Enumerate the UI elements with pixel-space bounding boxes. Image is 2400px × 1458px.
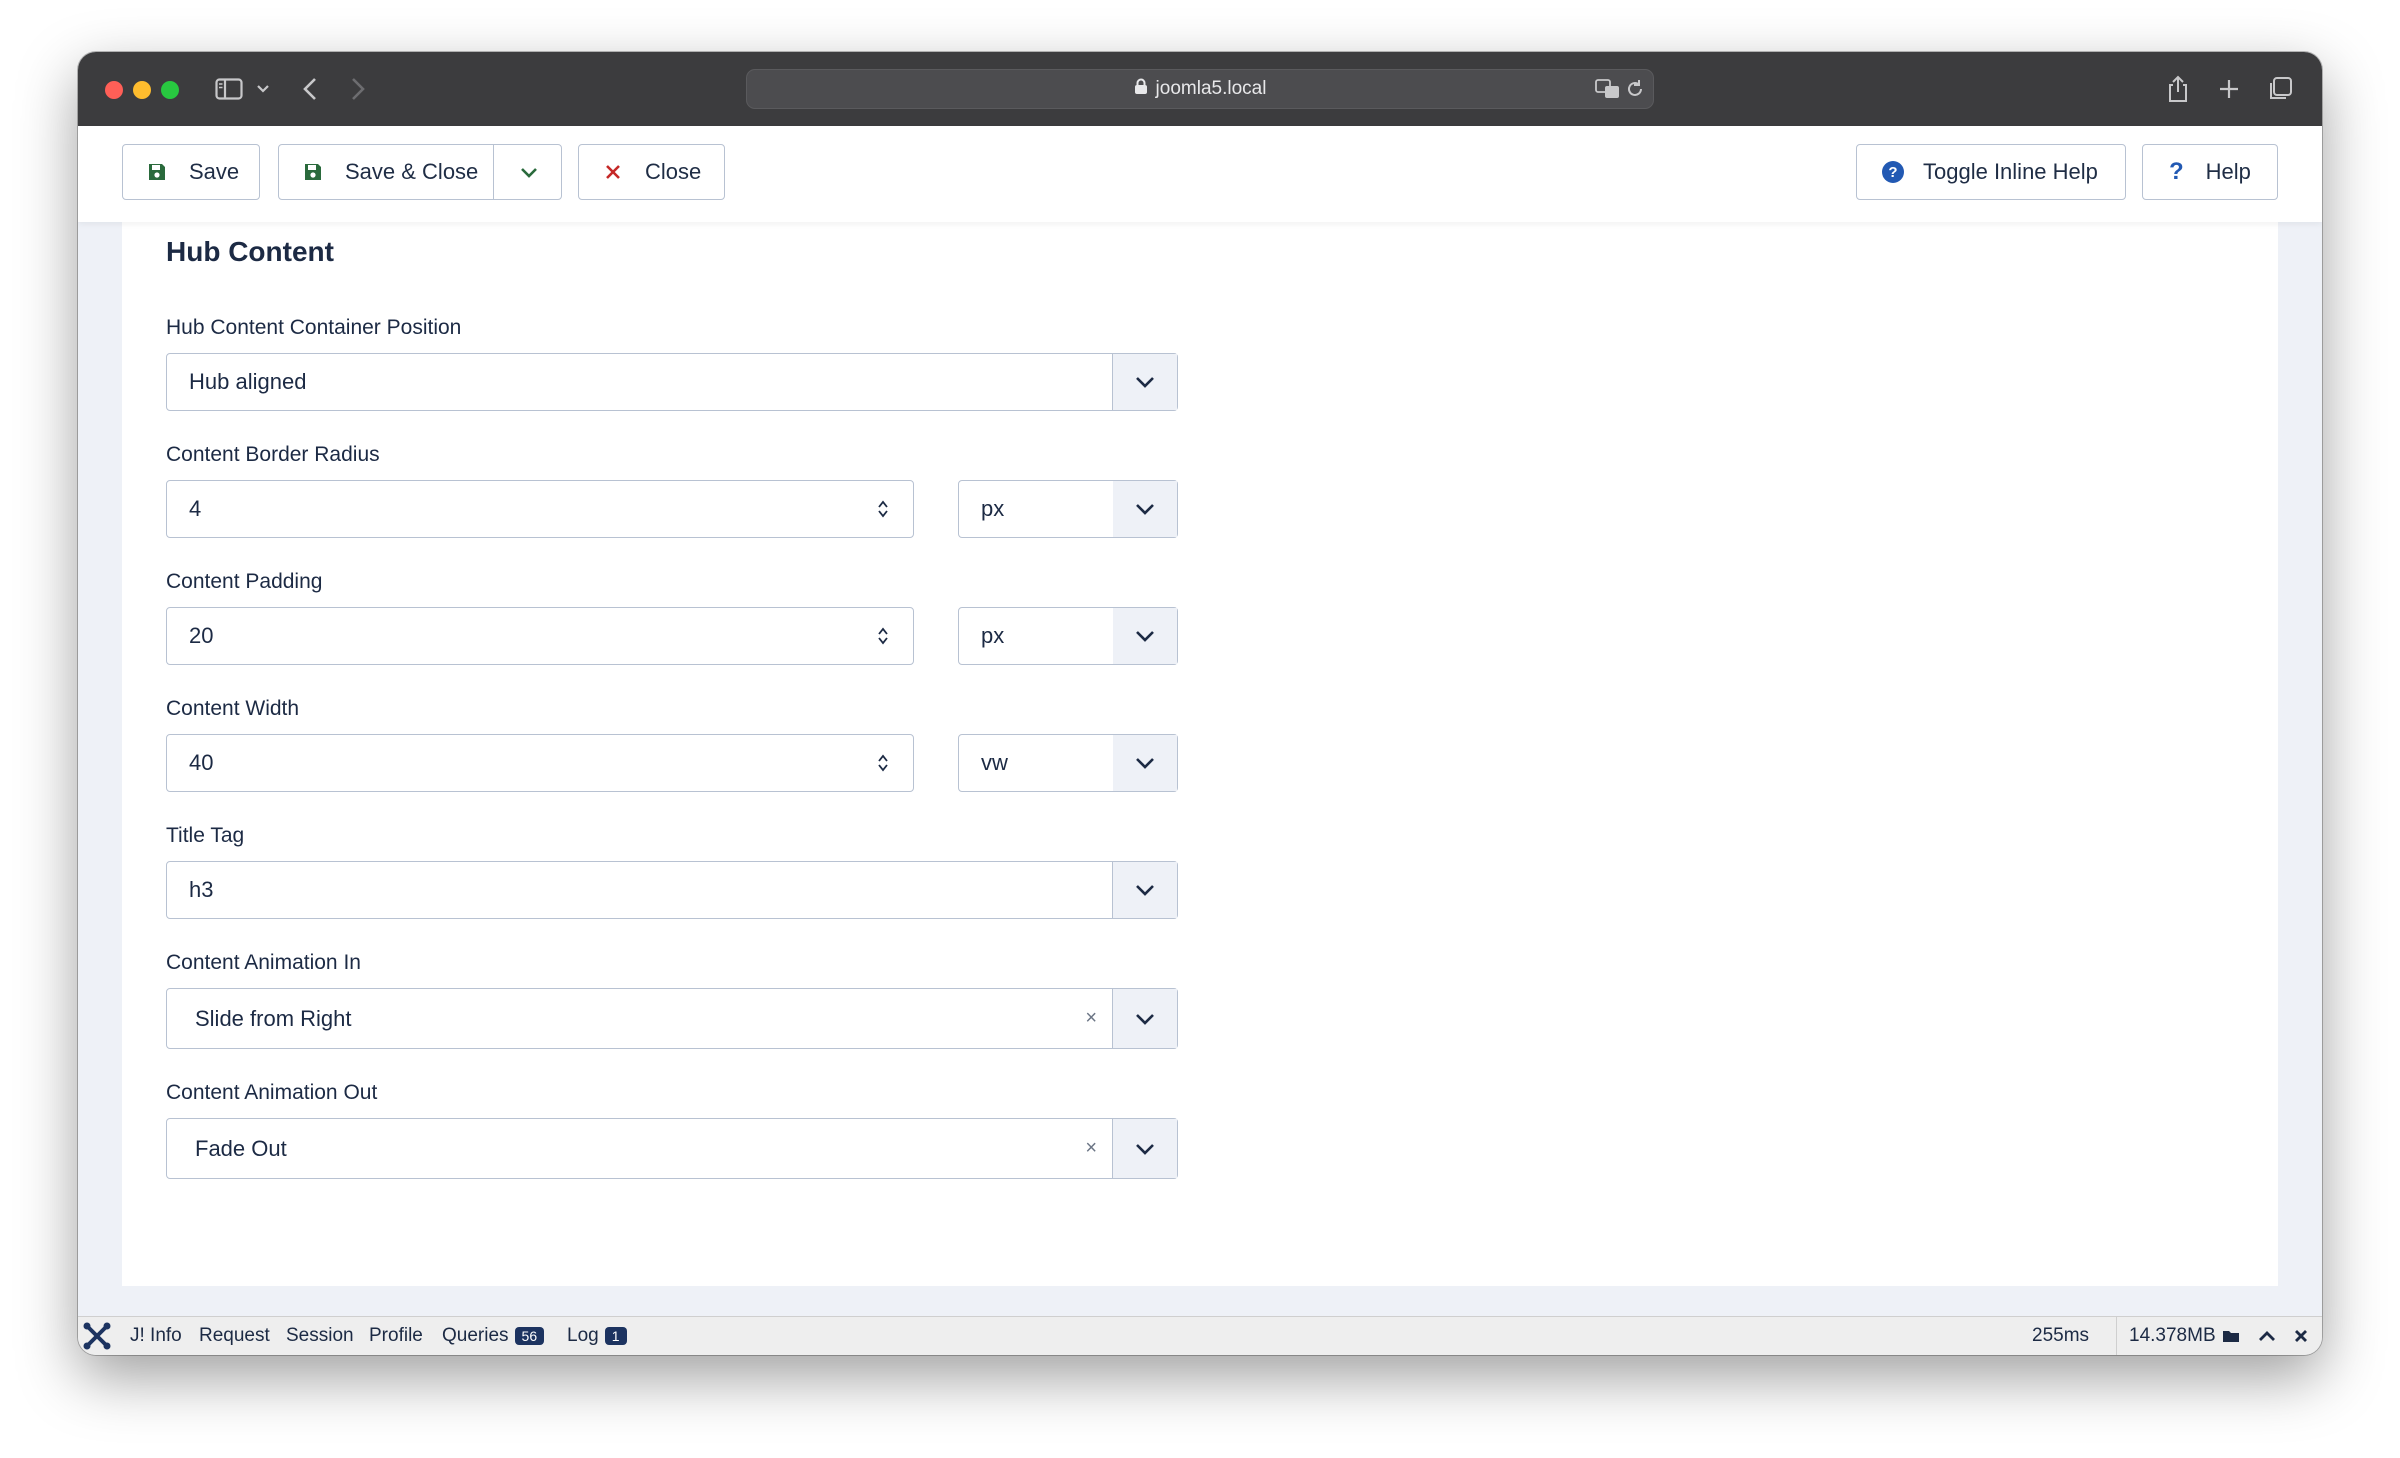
stepper-icon[interactable] — [877, 735, 889, 791]
debug-tab-session[interactable]: Session — [286, 1317, 354, 1355]
folder-icon[interactable] — [2222, 1317, 2240, 1355]
debug-tab-session-label: Session — [286, 1325, 354, 1346]
lock-icon — [1134, 78, 1148, 101]
reload-icon[interactable] — [1625, 79, 1645, 104]
debug-tab-info-label: J! Info — [130, 1325, 182, 1346]
save-button[interactable]: Save — [122, 144, 260, 200]
stepper-icon[interactable] — [877, 608, 889, 664]
chevron-down-icon — [1113, 481, 1177, 537]
translate-icon[interactable] — [1595, 79, 1621, 104]
width-input[interactable]: 40 — [166, 734, 914, 792]
chevron-down-icon — [1113, 608, 1177, 664]
chevron-down-icon — [1113, 735, 1177, 791]
close-window-button[interactable] — [105, 81, 123, 99]
memory-usage: 14.378MB — [2116, 1317, 2216, 1355]
back-icon[interactable] — [298, 72, 322, 106]
border-radius-unit-select[interactable]: px — [958, 480, 1178, 538]
chevron-down-icon — [520, 159, 538, 185]
debug-tab-request-label: Request — [199, 1325, 270, 1346]
chevron-up-icon[interactable] — [2258, 1317, 2276, 1355]
debug-tab-log[interactable]: Log 1 — [567, 1317, 627, 1355]
debug-tab-request[interactable]: Request — [199, 1317, 270, 1355]
tab-overview-icon[interactable] — [2266, 72, 2294, 106]
share-icon[interactable] — [2164, 72, 2192, 106]
chevron-down-icon — [1112, 354, 1177, 410]
animation-out-select[interactable]: Fade Out × — [166, 1118, 1178, 1179]
padding-unit-value: px — [981, 623, 1005, 648]
debug-tab-queries[interactable]: Queries 56 — [442, 1317, 545, 1355]
container-position-label: Hub Content Container Position — [166, 316, 462, 339]
save-close-button-label: Save & Close — [345, 159, 479, 184]
section-title: Hub Content — [166, 236, 334, 267]
queries-count-badge: 56 — [514, 1327, 545, 1345]
url-text: joomla5.local — [1155, 78, 1267, 99]
border-radius-label: Content Border Radius — [166, 443, 380, 466]
close-button-label: Close — [645, 159, 702, 184]
chevron-down-icon — [1112, 862, 1177, 918]
debug-tab-profile[interactable]: Profile — [369, 1317, 423, 1355]
save-options-dropdown[interactable] — [493, 145, 564, 199]
new-tab-icon[interactable] — [2215, 72, 2243, 106]
question-circle-icon: ? — [1881, 160, 1905, 184]
browser-window: joomla5.local Save Save & Close Close ? … — [78, 52, 2322, 1355]
title-tag-select[interactable]: h3 — [166, 861, 1178, 919]
debug-tab-profile-label: Profile — [369, 1325, 423, 1346]
editor-toolbar: Save Save & Close Close ? Toggle Inline … — [78, 126, 2322, 222]
width-unit-value: vw — [981, 750, 1008, 775]
stepper-icon[interactable] — [877, 481, 889, 537]
help-button[interactable]: ? Help — [2142, 144, 2278, 200]
save-icon — [147, 162, 167, 182]
close-button[interactable]: Close — [578, 144, 725, 200]
animation-in-label: Content Animation In — [166, 951, 361, 974]
forward-icon[interactable] — [346, 72, 370, 106]
title-tag-value: h3 — [189, 877, 214, 902]
save-icon — [303, 162, 323, 182]
animation-in-value: Slide from Right — [195, 1005, 352, 1031]
debug-tab-queries-label: Queries — [442, 1325, 509, 1346]
chevron-down-icon[interactable] — [254, 72, 272, 106]
save-close-button-group: Save & Close — [278, 144, 562, 200]
close-debug-icon[interactable] — [2294, 1317, 2308, 1355]
padding-unit-select[interactable]: px — [958, 607, 1178, 665]
minimize-window-button[interactable] — [133, 81, 151, 99]
chevron-down-icon — [1112, 1119, 1177, 1178]
container-position-value: Hub aligned — [189, 369, 307, 394]
maximize-window-button[interactable] — [161, 81, 179, 99]
title-tag-label: Title Tag — [166, 824, 245, 847]
border-radius-value: 4 — [189, 496, 202, 521]
animation-out-label: Content Animation Out — [166, 1081, 378, 1104]
address-bar[interactable]: joomla5.local — [746, 69, 1654, 109]
debug-tab-info[interactable]: J! Info — [130, 1317, 182, 1355]
width-unit-select[interactable]: vw — [958, 734, 1178, 792]
animation-out-value: Fade Out — [195, 1135, 287, 1161]
clear-icon[interactable]: × — [1085, 1119, 1097, 1178]
debug-bar: J! Info Request Session Profile Queries … — [78, 1316, 2322, 1355]
container-position-select[interactable]: Hub aligned — [166, 353, 1178, 411]
joomla-logo-icon[interactable] — [82, 1317, 112, 1355]
toggle-inline-help-label: Toggle Inline Help — [1923, 159, 2098, 184]
question-icon: ? — [2169, 158, 2184, 185]
sidebar-toggle-icon[interactable] — [212, 72, 246, 106]
padding-input[interactable]: 20 — [166, 607, 914, 665]
log-count-badge: 1 — [604, 1327, 627, 1345]
clear-icon[interactable]: × — [1085, 989, 1097, 1048]
animation-in-select[interactable]: Slide from Right × — [166, 988, 1178, 1049]
width-label: Content Width — [166, 697, 300, 720]
toggle-inline-help-button[interactable]: ? Toggle Inline Help — [1856, 144, 2126, 200]
browser-titlebar: joomla5.local — [78, 52, 2322, 126]
border-radius-input[interactable]: 4 — [166, 480, 914, 538]
debug-tab-log-label: Log — [567, 1325, 599, 1346]
svg-text:?: ? — [1888, 164, 1897, 181]
padding-label: Content Padding — [166, 570, 323, 593]
save-button-label: Save — [189, 159, 240, 184]
help-button-label: Help — [2205, 159, 2251, 184]
padding-value: 20 — [189, 623, 214, 648]
border-radius-unit-value: px — [981, 496, 1005, 521]
close-icon — [605, 164, 621, 180]
chevron-down-icon — [1112, 989, 1177, 1048]
width-value: 40 — [189, 750, 214, 775]
save-close-button[interactable]: Save & Close — [279, 145, 493, 199]
request-time: 255ms — [2032, 1325, 2090, 1346]
